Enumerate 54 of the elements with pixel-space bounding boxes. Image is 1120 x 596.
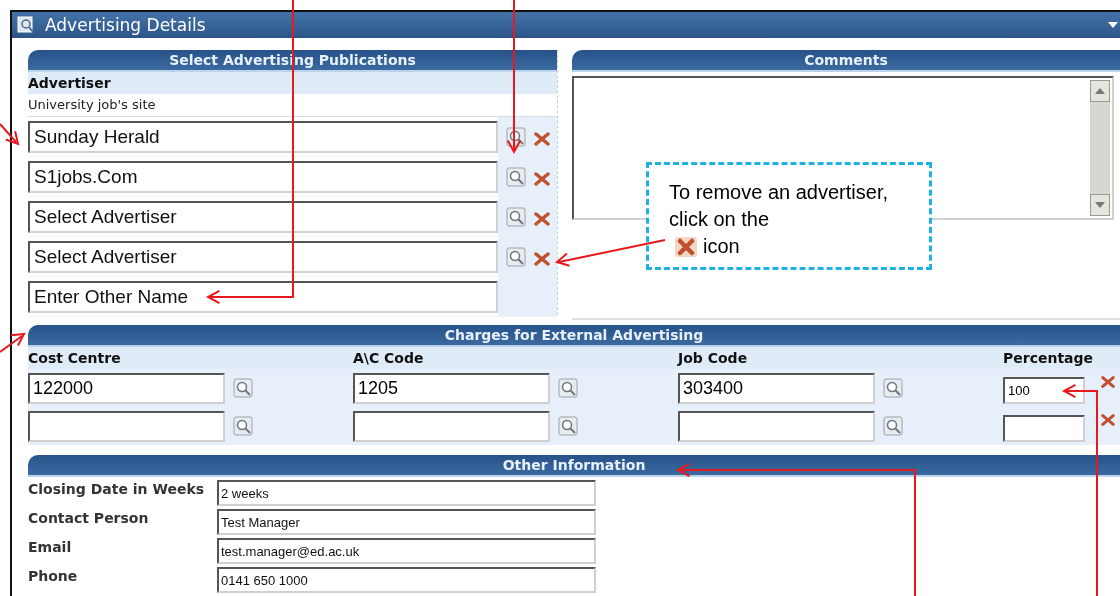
lookup-icon[interactable] xyxy=(233,416,253,436)
charge-field[interactable]: 100 xyxy=(1003,376,1085,404)
field-label: Email xyxy=(28,538,73,557)
delete-icon[interactable] xyxy=(534,211,550,226)
column-header: Percentage xyxy=(1003,349,1095,368)
field-label: Phone xyxy=(28,567,79,586)
field-label: Closing Date in Weeks xyxy=(28,480,206,499)
column-header: Cost Centre xyxy=(28,349,122,368)
charge-field[interactable]: 1205 xyxy=(353,372,550,404)
charge-field[interactable] xyxy=(1003,414,1085,442)
lookup-icon[interactable] xyxy=(558,416,578,436)
section-header: Other Information xyxy=(28,455,1120,477)
advertiser-field[interactable]: S1jobs.Com xyxy=(28,160,498,193)
advertiser-field[interactable]: Select Advertiser xyxy=(28,200,498,233)
input-field[interactable]: test.manager@ed.ac.uk xyxy=(217,538,596,564)
annotation-arrow xyxy=(0,123,20,146)
charge-field[interactable] xyxy=(28,410,225,442)
delete-icon xyxy=(675,236,697,257)
scroll-up-icon[interactable] xyxy=(1090,80,1110,102)
callout-text: icon xyxy=(703,234,740,259)
annotation-arrow xyxy=(0,332,26,353)
lookup-icon[interactable] xyxy=(883,378,903,398)
input-field[interactable]: 2 weeks xyxy=(217,480,596,506)
charge-field[interactable] xyxy=(678,410,875,442)
advertiser-field[interactable]: Enter Other Name xyxy=(28,280,498,313)
window-title: Advertising Details xyxy=(45,15,207,35)
section-header: Charges for External Advertising xyxy=(28,325,1120,347)
scrollbar[interactable] xyxy=(1090,80,1110,216)
window-icon xyxy=(17,16,35,34)
advertiser-field[interactable]: Select Advertiser xyxy=(28,240,498,273)
advertiser-field[interactable]: Sunday Herald xyxy=(28,120,498,153)
caret-icon[interactable] xyxy=(1108,22,1118,28)
scroll-down-icon[interactable] xyxy=(1090,194,1110,216)
lookup-icon[interactable] xyxy=(883,416,903,436)
charge-field[interactable]: 122000 xyxy=(28,372,225,404)
section-header: Comments xyxy=(572,50,1120,72)
lookup-icon[interactable] xyxy=(506,166,526,187)
lookup-icon[interactable] xyxy=(506,206,526,227)
input-field[interactable]: 0141 650 1000 xyxy=(217,567,596,593)
lookup-icon[interactable] xyxy=(506,246,526,267)
input-field[interactable]: Test Manager xyxy=(217,509,596,535)
lookup-icon[interactable] xyxy=(233,378,253,398)
charge-field[interactable] xyxy=(353,410,550,442)
lookup-icon[interactable] xyxy=(558,378,578,398)
field-label: Contact Person xyxy=(28,509,150,528)
delete-icon[interactable] xyxy=(1101,413,1115,427)
column-header: Advertiser xyxy=(28,72,557,94)
charge-field[interactable]: 303400 xyxy=(678,372,875,404)
delete-icon[interactable] xyxy=(534,171,550,186)
delete-icon[interactable] xyxy=(534,251,550,266)
column-header: A\C Code xyxy=(353,349,425,368)
delete-icon[interactable] xyxy=(534,131,550,146)
delete-icon[interactable] xyxy=(1101,375,1115,389)
column-header: Job Code xyxy=(678,349,749,368)
